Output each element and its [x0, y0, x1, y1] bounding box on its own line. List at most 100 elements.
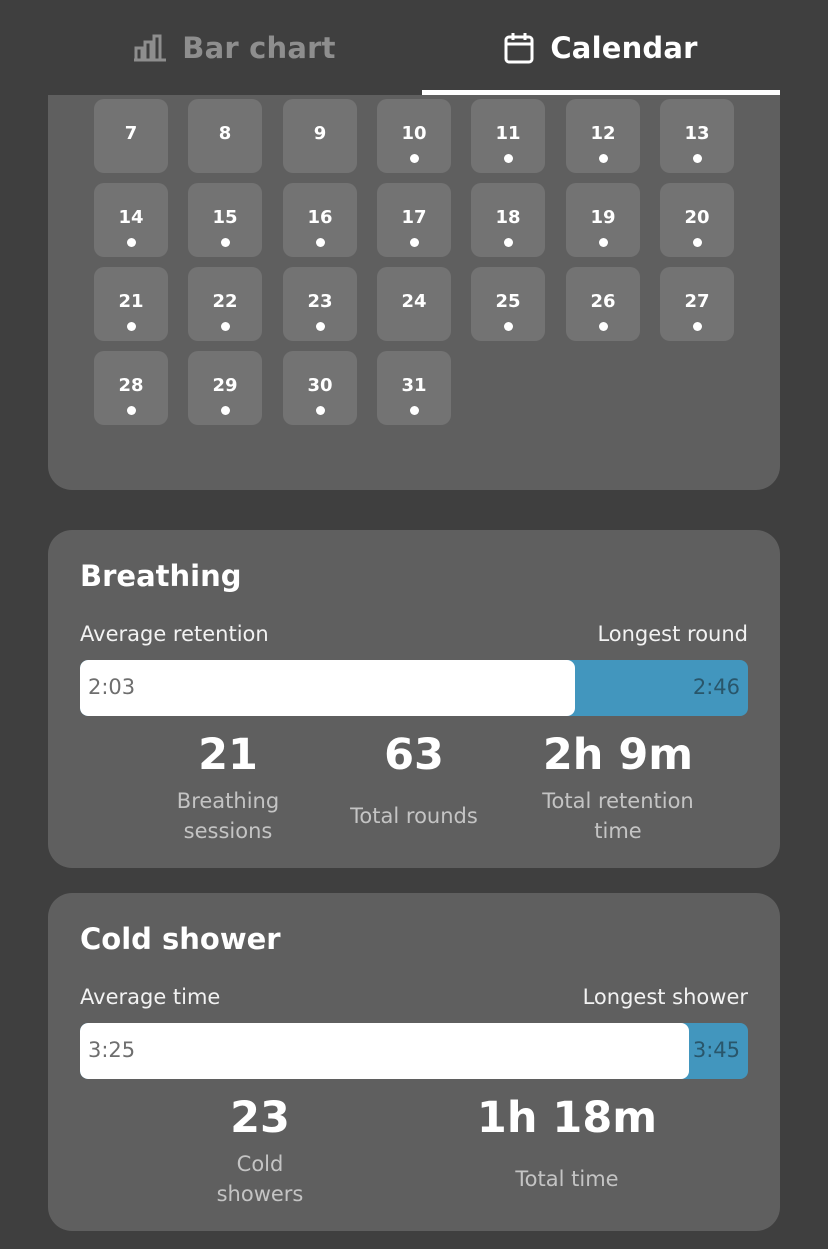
- session-dot-icon: [693, 238, 702, 247]
- longest-round-value: 2:46: [692, 675, 740, 699]
- calendar-day-number: 11: [495, 123, 521, 144]
- calendar-day[interactable]: 28: [94, 351, 168, 425]
- calendar-day[interactable]: 25: [471, 267, 545, 341]
- calendar-day-number: 20: [684, 207, 710, 228]
- calendar-day[interactable]: 17: [377, 183, 451, 257]
- calendar-day[interactable]: 23: [283, 267, 357, 341]
- calendar-day-number: 26: [590, 291, 616, 312]
- shower-time-bar: 3:25 3:45: [80, 1023, 748, 1079]
- calendar-day[interactable]: 11: [471, 99, 545, 173]
- cold-shower-card: Cold shower Average time Longest shower …: [48, 893, 780, 1231]
- tab-bar-chart-label: Bar chart: [182, 31, 336, 65]
- breathing-sessions-caption: Breathing sessions: [176, 789, 280, 843]
- average-retention-value: 2:03: [88, 675, 136, 699]
- bar-chart-icon: [134, 34, 167, 62]
- calendar-day[interactable]: 19: [566, 183, 640, 257]
- calendar-day-number: 12: [590, 123, 616, 144]
- longest-round-label: Longest round: [597, 622, 748, 646]
- calendar-day-number: 29: [212, 375, 238, 396]
- longest-shower-value: 3:45: [692, 1038, 740, 1062]
- calendar-day[interactable]: 9: [283, 99, 357, 173]
- session-dot-icon: [316, 238, 325, 247]
- calendar-day[interactable]: 30: [283, 351, 357, 425]
- session-dot-icon: [221, 238, 230, 247]
- calendar-day-number: 7: [124, 123, 138, 144]
- calendar-day-number: 15: [212, 207, 238, 228]
- breathing-title: Breathing: [80, 559, 242, 593]
- tab-calendar-label: Calendar: [550, 31, 698, 65]
- session-dot-icon: [127, 406, 136, 415]
- total-rounds-stat: 63 Total rounds: [324, 730, 504, 831]
- session-dot-icon: [693, 322, 702, 331]
- breathing-sessions-value: 21: [198, 730, 258, 780]
- calendar-day-number: 30: [307, 375, 333, 396]
- calendar-day[interactable]: 10: [377, 99, 451, 173]
- session-dot-icon: [504, 322, 513, 331]
- calendar-day[interactable]: 20: [660, 183, 734, 257]
- calendar-icon: [504, 32, 534, 64]
- calendar-day[interactable]: 24: [377, 267, 451, 341]
- cold-showers-value: 23: [230, 1093, 290, 1143]
- tab-calendar[interactable]: Calendar: [422, 0, 780, 96]
- calendar-day-number: 25: [495, 291, 521, 312]
- tab-bar-chart[interactable]: Bar chart: [48, 0, 422, 96]
- session-dot-icon: [221, 406, 230, 415]
- calendar-day-number: 9: [313, 123, 327, 144]
- total-time-value: 1h 18m: [476, 1093, 658, 1143]
- calendar-day-number: 19: [590, 207, 616, 228]
- session-dot-icon: [316, 322, 325, 331]
- calendar-day[interactable]: 7: [94, 99, 168, 173]
- calendar-day[interactable]: 15: [188, 183, 262, 257]
- calendar-day-number: 10: [401, 123, 427, 144]
- session-dot-icon: [316, 406, 325, 415]
- calendar-day-number: 28: [118, 375, 144, 396]
- average-time-label: Average time: [80, 985, 221, 1009]
- calendar-day-number: 31: [401, 375, 427, 396]
- calendar-day[interactable]: 21: [94, 267, 168, 341]
- retention-bar: 2:03 2:46: [80, 660, 748, 716]
- session-dot-icon: [410, 406, 419, 415]
- longest-shower-label: Longest shower: [582, 985, 748, 1009]
- total-retention-time-stat: 2h 9m Total retention time: [518, 730, 718, 846]
- calendar-day-number: 27: [684, 291, 710, 312]
- calendar-day[interactable]: 18: [471, 183, 545, 257]
- total-retention-time-caption: Total retention time: [542, 789, 694, 843]
- cold-shower-title: Cold shower: [80, 922, 281, 956]
- calendar-day[interactable]: 12: [566, 99, 640, 173]
- total-time-caption: Total time: [515, 1167, 619, 1191]
- cold-showers-stat: 23 Cold showers: [160, 1093, 360, 1209]
- session-dot-icon: [599, 238, 608, 247]
- calendar-day[interactable]: 8: [188, 99, 262, 173]
- calendar-day-number: 22: [212, 291, 238, 312]
- average-retention-fill: [80, 660, 575, 716]
- cold-showers-caption: Cold showers: [216, 1152, 304, 1206]
- calendar-grid: 7 8 9 10 11 12 13 14 15 16 17 18 19 20 21 22 23 24 25 26 27 2…: [48, 95, 780, 490]
- calendar-day[interactable]: 31: [377, 351, 451, 425]
- total-rounds-value: 63: [384, 730, 444, 780]
- calendar-day[interactable]: 26: [566, 267, 640, 341]
- calendar-day-number: 17: [401, 207, 427, 228]
- session-dot-icon: [221, 322, 230, 331]
- calendar-day-number: 13: [684, 123, 710, 144]
- calendar-day[interactable]: 14: [94, 183, 168, 257]
- average-time-value: 3:25: [88, 1038, 136, 1062]
- average-time-fill: [80, 1023, 689, 1079]
- session-dot-icon: [127, 322, 136, 331]
- calendar-day-number: 16: [307, 207, 333, 228]
- session-dot-icon: [599, 322, 608, 331]
- calendar-day-number: 14: [118, 207, 144, 228]
- session-dot-icon: [127, 238, 136, 247]
- total-rounds-caption: Total rounds: [350, 804, 478, 828]
- calendar-day-number: 8: [218, 123, 232, 144]
- calendar-day[interactable]: 22: [188, 267, 262, 341]
- calendar-day[interactable]: 16: [283, 183, 357, 257]
- average-retention-label: Average retention: [80, 622, 269, 646]
- calendar-day[interactable]: 27: [660, 267, 734, 341]
- session-dot-icon: [693, 154, 702, 163]
- calendar-day[interactable]: 29: [188, 351, 262, 425]
- breathing-sessions-stat: 21 Breathing sessions: [130, 730, 326, 846]
- calendar-day-number: 24: [401, 291, 427, 312]
- total-retention-time-value: 2h 9m: [542, 730, 694, 780]
- calendar-day-number: 21: [118, 291, 144, 312]
- calendar-day[interactable]: 13: [660, 99, 734, 173]
